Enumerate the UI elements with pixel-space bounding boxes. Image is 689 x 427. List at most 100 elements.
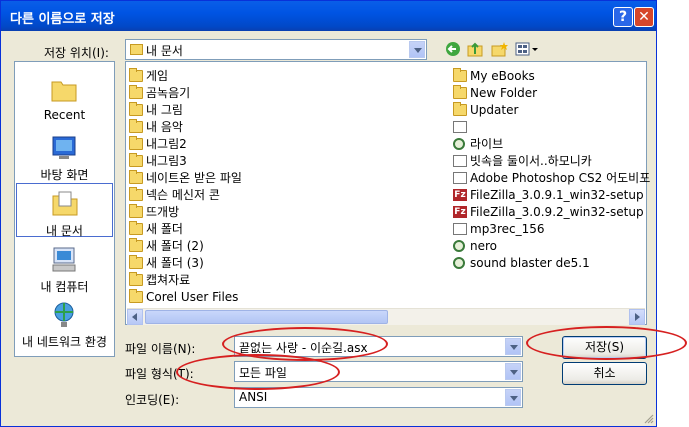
list-item[interactable]: Fz FileZilla_3.0.9.2_win32-setup: [452, 204, 650, 221]
file-name: 내그림2: [146, 137, 187, 151]
list-item[interactable]: 빗속을 둘이서..하모니카: [452, 153, 650, 170]
shortcut-icon: [453, 121, 467, 133]
filezilla-icon: Fz: [453, 189, 467, 201]
list-item[interactable]: New Folder: [452, 85, 650, 102]
cancel-button[interactable]: 취소: [562, 362, 647, 385]
file-name: nero: [470, 239, 497, 253]
application-icon: [453, 223, 467, 235]
chevron-down-icon[interactable]: [505, 338, 521, 355]
list-item[interactable]: 새 폴더 (2): [128, 238, 242, 255]
list-item[interactable]: 캡쳐자료: [128, 272, 242, 289]
new-folder-icon[interactable]: [491, 41, 509, 59]
resize-grip-icon[interactable]: [644, 414, 654, 424]
place-label: 내 컴퓨터: [40, 280, 89, 294]
list-item[interactable]: Adobe Photoshop CS2 어도비포: [452, 170, 650, 187]
folder-icon: [453, 102, 467, 116]
music-file-icon: [453, 155, 467, 167]
dialog-title: 다른 이름으로 저장: [10, 12, 115, 27]
scroll-thumb[interactable]: [145, 310, 388, 324]
my-documents-small-icon: [130, 44, 143, 55]
list-item[interactable]: 네이트온 받은 파일: [128, 170, 242, 187]
scroll-left-icon[interactable]: [127, 309, 143, 325]
list-item[interactable]: mp3rec_156: [452, 221, 650, 238]
list-item[interactable]: 내그림2: [128, 136, 242, 153]
file-name: 라이브: [470, 137, 504, 151]
place-label: 내 네트워크 환경: [22, 335, 107, 349]
file-list[interactable]: 게임 곰녹음기 내 그림 내 음악 내그림2 내그림3 네이트온 받은 파일 넥…: [125, 61, 650, 325]
list-item[interactable]: 넥슨 메신저 콘: [128, 187, 242, 204]
title-bar[interactable]: 다른 이름으로 저장 ? ✕: [1, 1, 656, 31]
save-in-dropdown[interactable]: 내 문서: [125, 39, 427, 60]
file-type-dropdown[interactable]: 모든 파일: [234, 361, 523, 382]
file-type-value: 모든 파일: [239, 366, 287, 380]
list-item[interactable]: 곰녹음기: [128, 85, 242, 102]
scroll-right-icon[interactable]: [629, 309, 645, 325]
save-in-label: 저장 위치(I):: [44, 46, 109, 60]
chevron-down-icon[interactable]: [409, 41, 425, 58]
horizontal-scrollbar[interactable]: [127, 308, 645, 325]
file-column-left: 게임 곰녹음기 내 그림 내 음악 내그림2 내그림3 네이트온 받은 파일 넥…: [128, 68, 242, 306]
file-column-right: My eBooks New Folder Updater 라이브 빗속을 둘이서…: [452, 68, 650, 272]
file-name: 넥슨 메신저 콘: [146, 188, 220, 202]
folder-icon: [129, 204, 143, 218]
encoding-label: 인코딩(E):: [125, 393, 180, 407]
folder-icon: [129, 255, 143, 269]
desktop-icon: [52, 136, 76, 159]
music-folder-icon: [129, 119, 143, 133]
list-item[interactable]: Updater: [452, 102, 650, 119]
list-item[interactable]: sound blaster de5.1: [452, 255, 650, 272]
file-name: 내그림3: [146, 154, 187, 168]
media-file-icon: [453, 138, 465, 150]
place-recent[interactable]: Recent: [16, 70, 113, 124]
file-name: 게임: [146, 69, 169, 83]
file-name: 빗속을 둘이서..하모니카: [470, 154, 592, 168]
up-folder-icon[interactable]: [467, 41, 483, 59]
my-documents-icon: [52, 191, 78, 216]
list-item[interactable]: 새 폴더 (3): [128, 255, 242, 272]
file-name: Updater: [470, 103, 519, 117]
place-my-documents[interactable]: 내 문서: [16, 183, 113, 238]
place-desktop[interactable]: 바탕 화면: [16, 128, 113, 182]
list-item[interactable]: My eBooks: [452, 68, 650, 85]
folder-icon: [129, 221, 143, 235]
list-item[interactable]: 라이브: [452, 136, 650, 153]
file-name: Corel User Files: [146, 290, 239, 304]
list-item[interactable]: 새 폴더: [128, 221, 242, 238]
place-label: 내 문서: [46, 224, 83, 238]
place-network[interactable]: 내 네트워크 환경: [16, 295, 113, 349]
file-name: 곰녹음기: [146, 86, 191, 100]
place-my-computer[interactable]: 내 컴퓨터: [16, 240, 113, 294]
media-file-icon: [453, 257, 465, 269]
list-item[interactable]: nero: [452, 238, 650, 255]
list-item[interactable]: 내 그림: [128, 102, 242, 119]
list-item[interactable]: 내 음악: [128, 119, 242, 136]
folder-icon: [129, 136, 143, 150]
folder-icon: [129, 170, 143, 184]
list-item[interactable]: Corel User Files: [128, 289, 242, 306]
filezilla-icon: Fz: [453, 206, 467, 218]
folder-icon: [129, 85, 143, 99]
file-name: Adobe Photoshop CS2 어도비포: [470, 171, 651, 185]
list-item[interactable]: 뜨개방: [128, 204, 242, 221]
help-button[interactable]: ?: [613, 7, 633, 27]
file-name-input[interactable]: 끝없는 사랑 - 이순길.asx: [234, 336, 523, 357]
file-name: 새 폴더 (2): [146, 239, 204, 253]
folder-icon: [129, 289, 143, 303]
network-icon: [54, 302, 74, 327]
places-bar: Recent 바탕 화면 내 문서 내 컴퓨터 내 네트워크 환경: [14, 61, 115, 357]
folder-icon: [129, 238, 143, 252]
list-item[interactable]: Fz FileZilla_3.0.9.1_win32-setup: [452, 187, 650, 204]
back-icon[interactable]: [445, 41, 461, 59]
save-button[interactable]: 저장(S): [562, 336, 647, 359]
list-item[interactable]: 게임: [128, 68, 242, 85]
view-menu-icon[interactable]: [515, 41, 539, 59]
encoding-dropdown[interactable]: ANSI: [234, 387, 523, 408]
folder-icon: [453, 68, 467, 82]
file-name: 새 폴더 (3): [146, 256, 204, 270]
list-item[interactable]: 내그림3: [128, 153, 242, 170]
chevron-down-icon[interactable]: [505, 389, 521, 406]
list-item[interactable]: [452, 119, 650, 136]
chevron-down-icon[interactable]: [505, 363, 521, 380]
close-button[interactable]: ✕: [634, 7, 654, 27]
file-name: FileZilla_3.0.9.1_win32-setup: [470, 188, 644, 202]
